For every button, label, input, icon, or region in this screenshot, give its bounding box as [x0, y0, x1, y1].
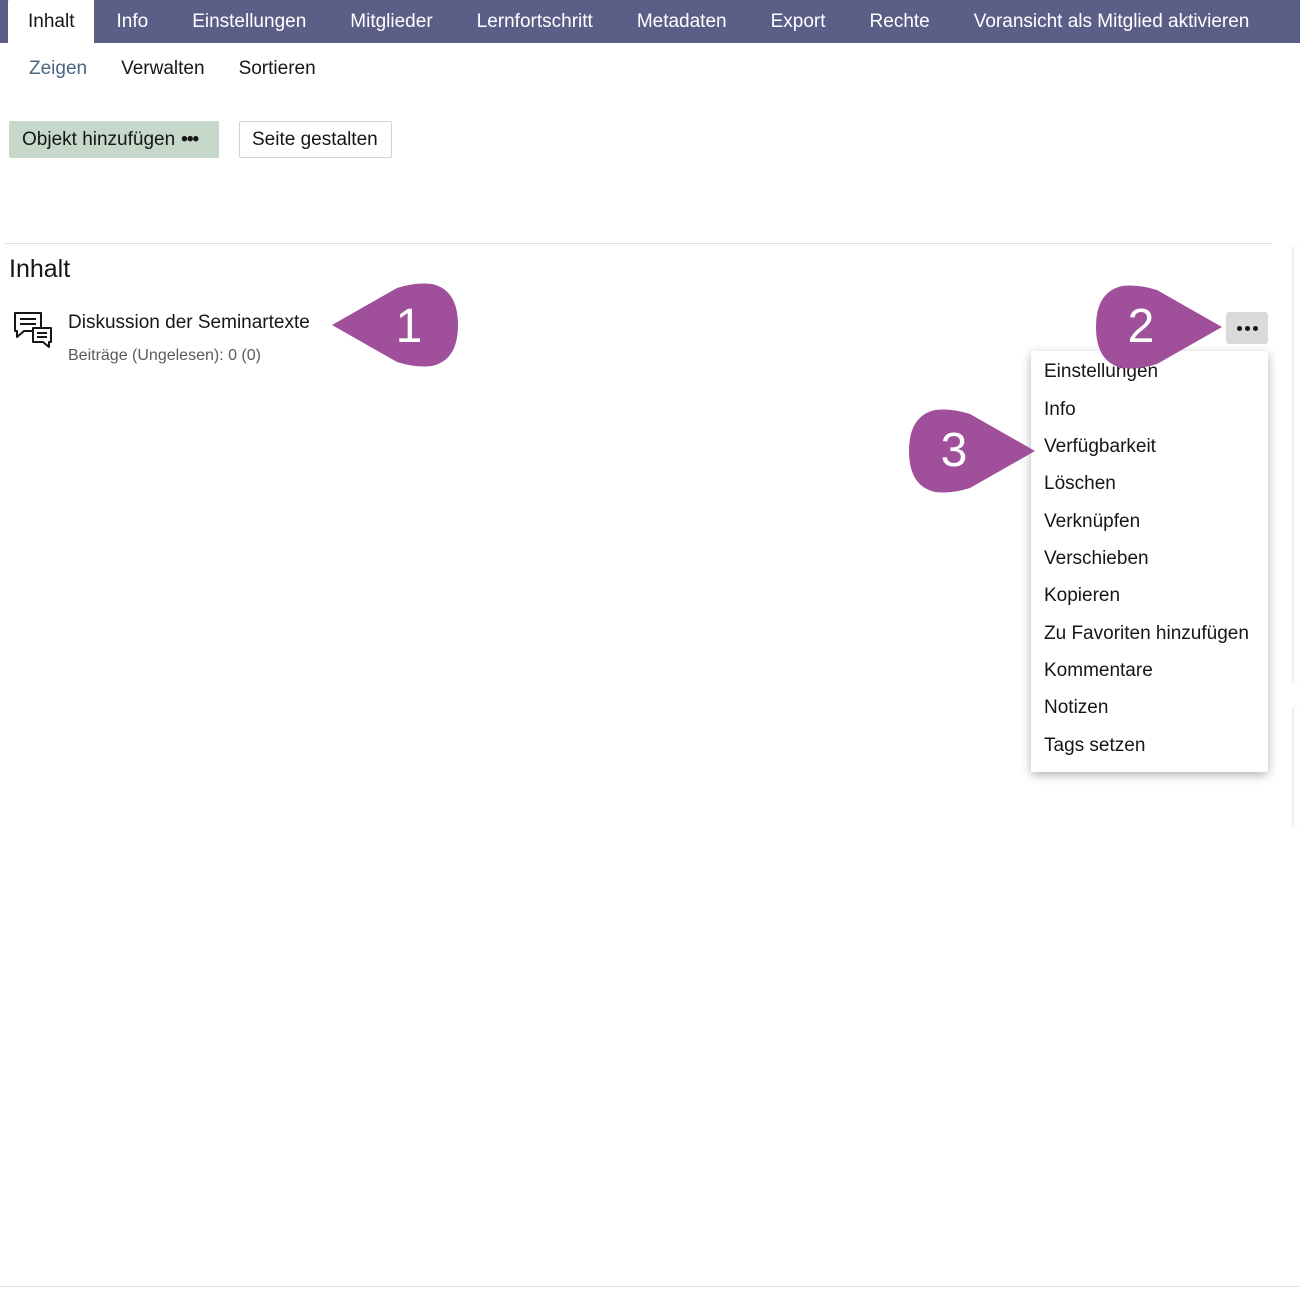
item-actions-button[interactable] [1226, 312, 1268, 344]
tab-inhalt[interactable]: Inhalt [8, 0, 95, 43]
subtab-verwalten[interactable]: Verwalten [104, 55, 221, 83]
more-dots-icon: ••• [181, 128, 199, 150]
menu-item-tags[interactable]: Tags setzen [1044, 735, 1145, 757]
side-panel-edge [1293, 247, 1300, 682]
design-page-label: Seite gestalten [252, 128, 378, 150]
annotation-number-2: 2 [1127, 300, 1155, 353]
menu-item-verschieben[interactable]: Verschieben [1044, 548, 1149, 570]
subtab-sortieren[interactable]: Sortieren [222, 55, 333, 83]
dot-icon [1236, 325, 1242, 331]
sub-tabs: Zeigen Verwalten Sortieren [12, 55, 333, 83]
tab-rechte[interactable]: Rechte [848, 0, 952, 43]
add-object-button[interactable]: Objekt hinzufügen ••• [9, 121, 219, 158]
menu-item-favoriten[interactable]: Zu Favoriten hinzufügen [1044, 623, 1249, 645]
add-object-label: Objekt hinzufügen [22, 128, 176, 150]
actions-dropdown: Einstellungen Info Verfügbarkeit Löschen… [1031, 351, 1268, 772]
forum-icon [14, 312, 52, 348]
tab-voransicht[interactable]: Voransicht als Mitglied aktivieren [952, 0, 1272, 43]
menu-item-verfuegbarkeit[interactable]: Verfügbarkeit [1044, 436, 1156, 458]
design-page-button[interactable]: Seite gestalten [239, 121, 392, 158]
menu-item-info[interactable]: Info [1044, 399, 1076, 421]
section-divider [5, 243, 1272, 244]
tab-mitglieder[interactable]: Mitglieder [328, 0, 454, 43]
section-title: Inhalt [9, 255, 71, 283]
annotation-number-1: 1 [395, 300, 423, 353]
subtab-zeigen[interactable]: Zeigen [12, 55, 104, 83]
dot-icon [1252, 325, 1258, 331]
menu-item-kommentare[interactable]: Kommentare [1044, 660, 1153, 682]
menu-item-verknuepfen[interactable]: Verknüpfen [1044, 511, 1140, 533]
main-tab-bar: Inhalt Info Einstellungen Mitglieder Ler… [0, 0, 1300, 43]
dot-icon [1244, 325, 1250, 331]
side-panel-edge [1293, 708, 1300, 826]
tab-info[interactable]: Info [94, 0, 170, 43]
menu-item-loeschen[interactable]: Löschen [1044, 473, 1116, 495]
tab-einstellungen[interactable]: Einstellungen [170, 0, 328, 43]
tab-export[interactable]: Export [749, 0, 848, 43]
item-title-link[interactable]: Diskussion der Seminartexte [68, 312, 310, 334]
item-property: Beiträge (Ungelesen): 0 (0) [68, 347, 261, 364]
footer-divider [0, 1286, 1300, 1287]
tab-metadaten[interactable]: Metadaten [615, 0, 749, 43]
annotation-number-3: 3 [940, 424, 968, 477]
menu-item-notizen[interactable]: Notizen [1044, 697, 1108, 719]
tab-lernfortschritt[interactable]: Lernfortschritt [455, 0, 615, 43]
menu-item-kopieren[interactable]: Kopieren [1044, 585, 1120, 607]
